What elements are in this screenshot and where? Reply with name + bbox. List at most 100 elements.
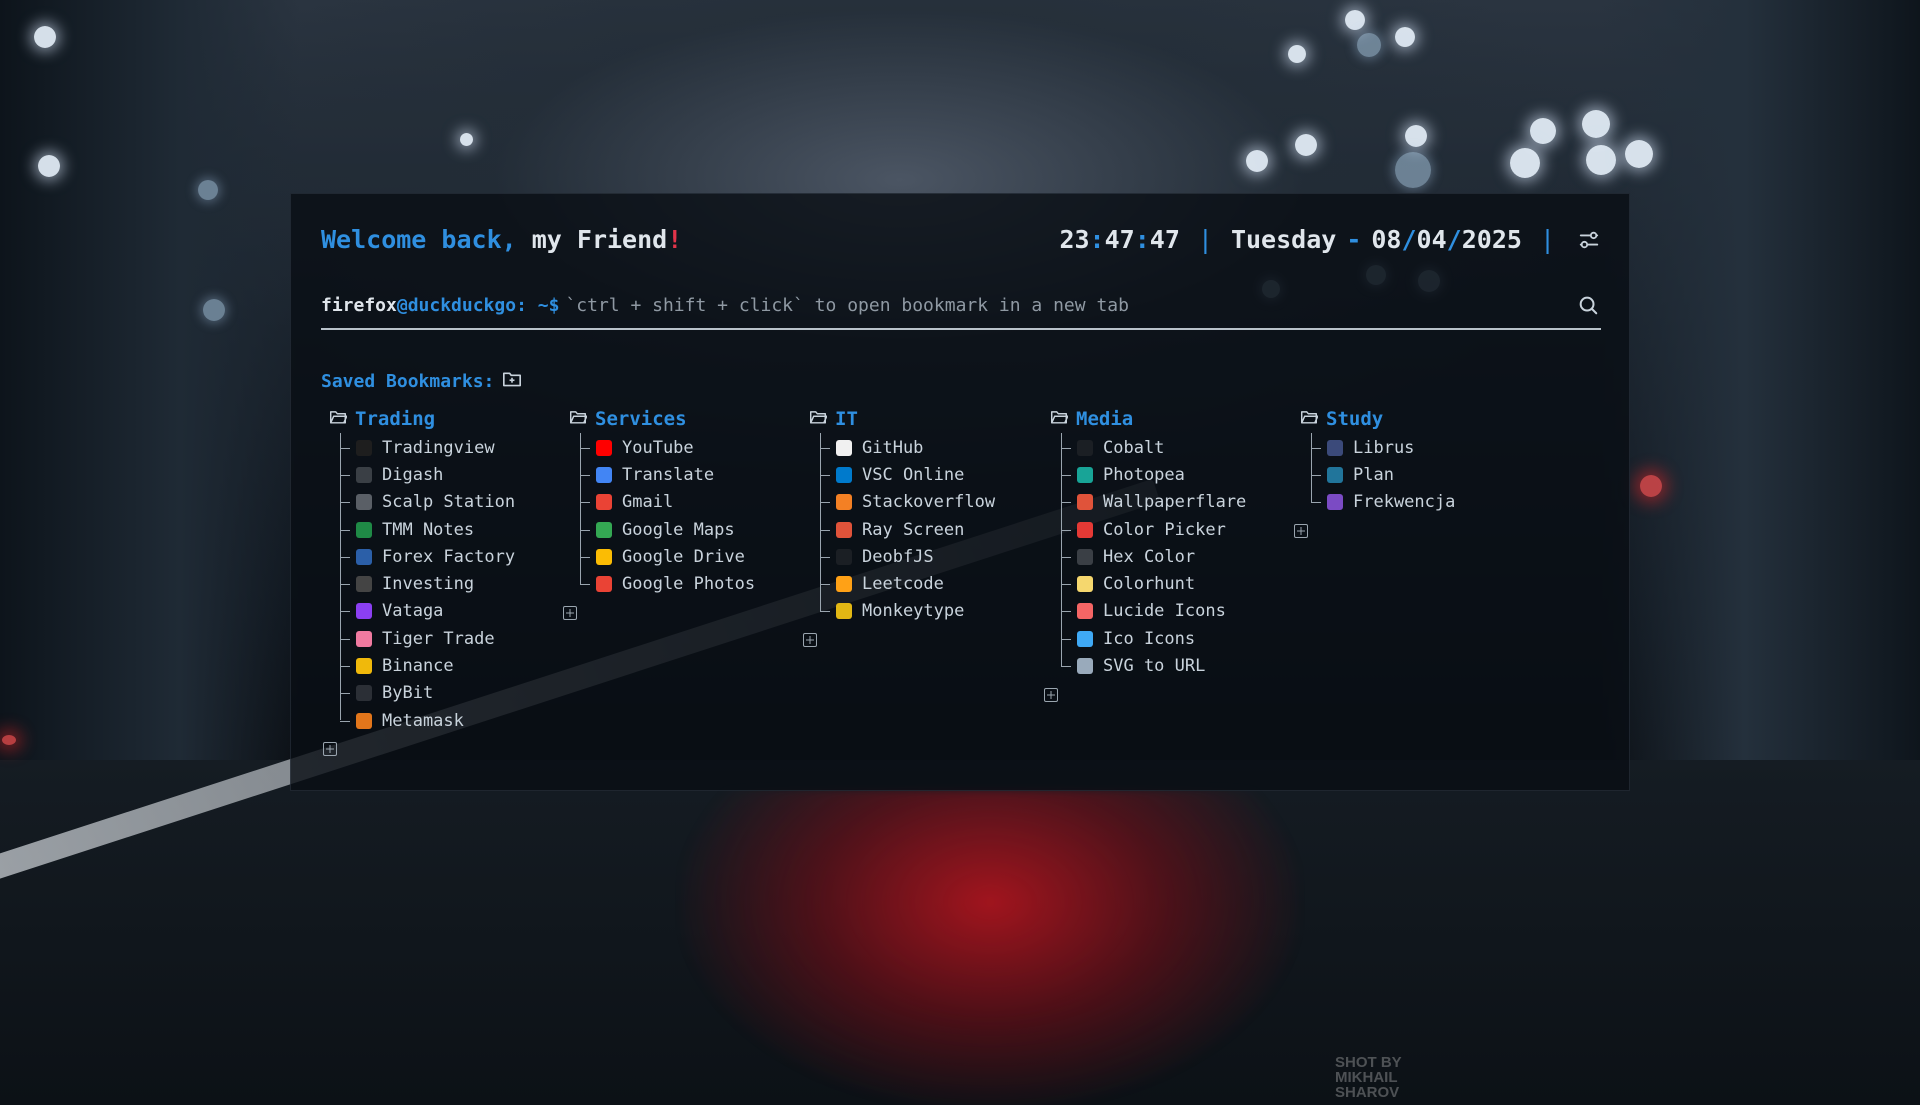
google-photos-icon xyxy=(596,576,612,593)
bookmark-groups: Trading Tradingview Digash Scalp Station TMM… xyxy=(323,407,1589,787)
group-title[interactable]: Trading xyxy=(329,407,559,431)
clock-hours: 23 xyxy=(1059,225,1090,254)
bookmark-link[interactable]: SVG to URL xyxy=(1061,652,1280,679)
colorhunt-icon xyxy=(1077,576,1093,593)
group-title[interactable]: Media xyxy=(1050,407,1280,431)
bookmark-link[interactable]: Google Drive xyxy=(580,543,799,570)
bookmark-link[interactable]: YouTube xyxy=(580,434,799,461)
bookmark-link[interactable]: DeobfJS xyxy=(820,543,1039,570)
binance-icon xyxy=(356,658,372,675)
google-maps-icon xyxy=(596,521,612,538)
bookmark-link[interactable]: Plan xyxy=(1311,461,1530,488)
scalp-station-icon xyxy=(356,494,372,511)
translate-icon xyxy=(596,466,612,483)
vataga-icon xyxy=(356,603,372,620)
bookmark-list: YouTube Translate Gmail Google Maps Google D… xyxy=(580,431,799,598)
bookmark-link[interactable]: Color Picker xyxy=(1061,516,1280,543)
metamask-icon xyxy=(356,712,372,729)
bookmark-link[interactable]: Scalp Station xyxy=(340,489,559,516)
youtube-icon xyxy=(596,439,612,456)
lucide-icon xyxy=(1077,603,1093,620)
bookmark-group-media: Media Cobalt Photopea Wallpaperflare Color P… xyxy=(1044,407,1280,702)
bookmark-link[interactable]: Lucide Icons xyxy=(1061,598,1280,625)
bookmark-link[interactable]: Google Photos xyxy=(580,570,799,597)
wallpaperflare-icon xyxy=(1077,494,1093,511)
bookmark-group-trading: Trading Tradingview Digash Scalp Station TMM… xyxy=(323,407,559,757)
startpage-panel: Welcome back, my Friend! 23:47:47 | Tues… xyxy=(290,193,1630,791)
bookmark-link[interactable]: Investing xyxy=(340,570,559,597)
ico-icons-icon xyxy=(1077,630,1093,647)
bookmark-link[interactable]: Forex Factory xyxy=(340,543,559,570)
add-bookmark-button[interactable] xyxy=(323,742,337,757)
bookmark-link[interactable]: Translate xyxy=(580,461,799,488)
group-title[interactable]: Services xyxy=(569,407,799,431)
bookmark-link[interactable]: GitHub xyxy=(820,434,1039,461)
librus-icon xyxy=(1327,439,1343,456)
add-bookmark-button[interactable] xyxy=(1294,523,1308,538)
bookmark-link[interactable]: Metamask xyxy=(340,707,559,734)
ray-screen-icon xyxy=(836,521,852,538)
tradingview-icon xyxy=(356,439,372,456)
bookmark-link[interactable]: Google Maps xyxy=(580,516,799,543)
bookmark-link[interactable]: ByBit xyxy=(340,680,559,707)
bookmark-group-services: Services YouTube Translate Gmail Google Maps… xyxy=(563,407,799,620)
date-year: 2025 xyxy=(1461,225,1522,254)
search-icon[interactable] xyxy=(1575,292,1601,318)
wordpress-icon xyxy=(1327,466,1343,483)
bookmark-link[interactable]: Ray Screen xyxy=(820,516,1039,543)
bookmark-link[interactable]: Gmail xyxy=(580,489,799,516)
bookmark-link[interactable]: Frekwencja xyxy=(1311,489,1530,516)
github-icon xyxy=(836,439,852,456)
saved-bookmarks-heading: Saved Bookmarks: xyxy=(321,370,522,393)
folder-icon xyxy=(809,408,828,430)
date-day: 08 xyxy=(1371,225,1402,254)
bookmark-link[interactable]: Monkeytype xyxy=(820,598,1039,625)
bybit-icon xyxy=(356,685,372,702)
tiger-trade-icon xyxy=(356,630,372,647)
bookmark-link[interactable]: Photopea xyxy=(1061,461,1280,488)
add-bookmark-button[interactable] xyxy=(1044,687,1058,702)
clock-date: 23:47:47 | Tuesday - 08/04/2025 | xyxy=(1059,222,1601,258)
settings-sliders-icon[interactable] xyxy=(1577,228,1601,252)
bookmark-link[interactable]: Binance xyxy=(340,652,559,679)
folder-add-icon[interactable] xyxy=(502,370,522,393)
bookmark-link[interactable]: TMM Notes xyxy=(340,516,559,543)
search-input[interactable] xyxy=(565,289,1575,321)
investing-icon xyxy=(356,576,372,593)
hex-color-icon xyxy=(1077,548,1093,565)
bookmark-link[interactable]: Tiger Trade xyxy=(340,625,559,652)
bookmark-link[interactable]: Hex Color xyxy=(1061,543,1280,570)
bookmark-link[interactable]: Ico Icons xyxy=(1061,625,1280,652)
google-drive-icon xyxy=(596,548,612,565)
tmm-notes-icon xyxy=(356,521,372,538)
bookmark-link[interactable]: Vataga xyxy=(340,598,559,625)
bookmark-link[interactable]: Stackoverflow xyxy=(820,489,1039,516)
terminal-prompt: firefox@duckduckgo: ~$ xyxy=(321,294,560,316)
weekday: Tuesday xyxy=(1230,225,1337,254)
bookmark-link[interactable]: Librus xyxy=(1311,434,1530,461)
folder-icon xyxy=(569,408,588,430)
forex-factory-icon xyxy=(356,548,372,565)
add-bookmark-button[interactable] xyxy=(563,605,577,620)
bookmark-list: Librus Plan Frekwencja xyxy=(1311,431,1530,516)
bookmark-link[interactable]: Digash xyxy=(340,461,559,488)
gmail-icon xyxy=(596,494,612,511)
bookmark-link[interactable]: Cobalt xyxy=(1061,434,1280,461)
bookmark-link[interactable]: VSC Online xyxy=(820,461,1039,488)
frekwencja-icon xyxy=(1327,494,1343,511)
search-bar: firefox@duckduckgo: ~$ xyxy=(321,282,1601,330)
bookmark-link[interactable]: Tradingview xyxy=(340,434,559,461)
header: Welcome back, my Friend! 23:47:47 | Tues… xyxy=(321,222,1601,258)
bookmark-group-study: Study Librus Plan Frekwencja xyxy=(1294,407,1530,538)
bookmark-link[interactable]: Wallpaperflare xyxy=(1061,489,1280,516)
digash-icon xyxy=(356,466,372,483)
bookmark-link[interactable]: Colorhunt xyxy=(1061,570,1280,597)
leetcode-icon xyxy=(836,576,852,593)
deobfjs-icon xyxy=(836,548,852,565)
group-title[interactable]: Study xyxy=(1300,407,1530,431)
photo-watermark: SHOT BY MIKHAIL SHAROV xyxy=(1335,1054,1402,1101)
add-bookmark-button[interactable] xyxy=(803,633,817,648)
folder-icon xyxy=(1300,408,1319,430)
group-title[interactable]: IT xyxy=(809,407,1039,431)
bookmark-link[interactable]: Leetcode xyxy=(820,570,1039,597)
